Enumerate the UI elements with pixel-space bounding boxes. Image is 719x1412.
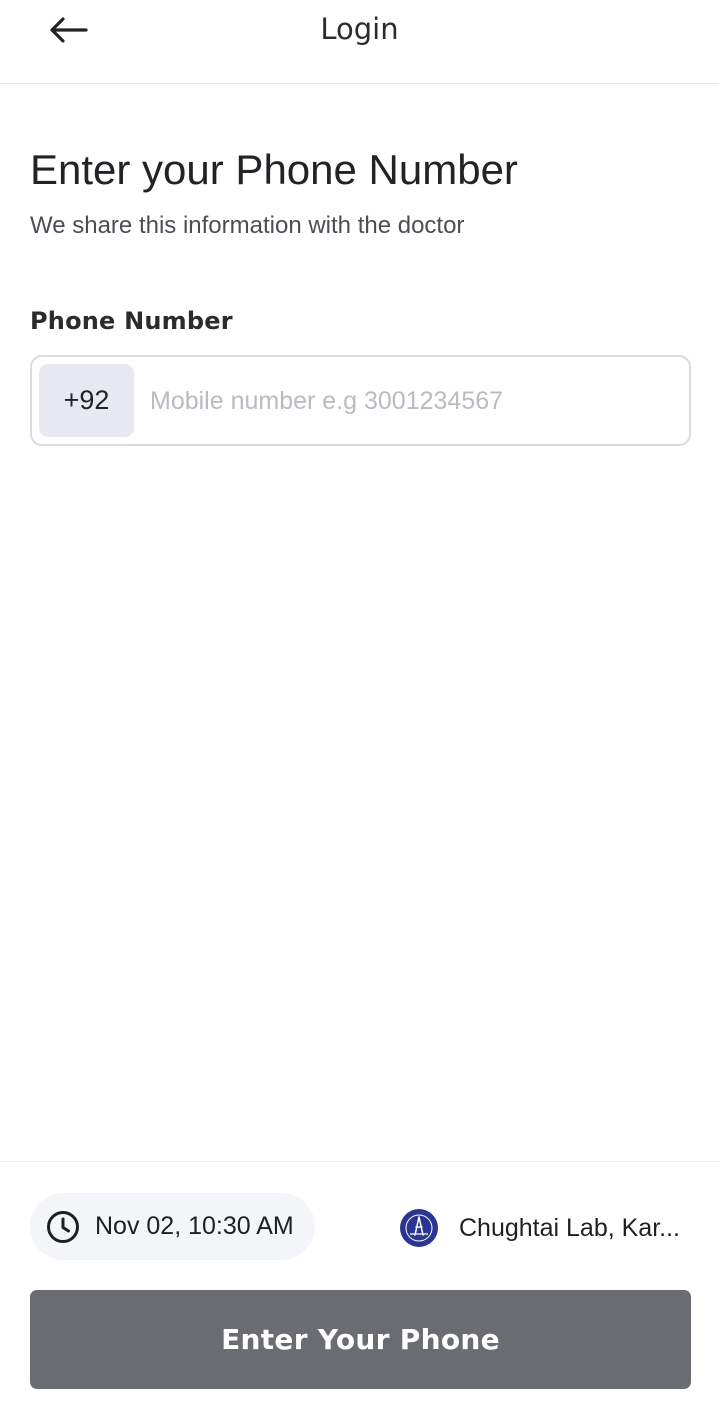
page-title: Login [320, 12, 399, 46]
phone-number-label: Phone Number [30, 307, 233, 335]
footer-divider [0, 1161, 719, 1162]
clock-icon [46, 1210, 80, 1244]
appointment-chip: Nov 02, 10:30 AM [30, 1193, 315, 1260]
phone-number-input[interactable] [150, 371, 670, 431]
subheadline: We share this information with the docto… [30, 212, 465, 239]
lab-name: Chughtai Lab, Kar... [459, 1213, 680, 1242]
country-code-selector[interactable]: +92 [39, 364, 134, 437]
app-header: Login [0, 0, 719, 84]
headline: Enter your Phone Number [30, 146, 518, 193]
lab-info: Chughtai Lab, Kar... [400, 1208, 700, 1248]
appointment-datetime: Nov 02, 10:30 AM [95, 1212, 294, 1240]
enter-phone-button[interactable]: Enter Your Phone [30, 1290, 691, 1389]
login-screen: Login Enter your Phone Number We share t… [0, 0, 719, 1412]
phone-number-field: +92 [30, 355, 691, 446]
lab-logo [400, 1209, 438, 1247]
